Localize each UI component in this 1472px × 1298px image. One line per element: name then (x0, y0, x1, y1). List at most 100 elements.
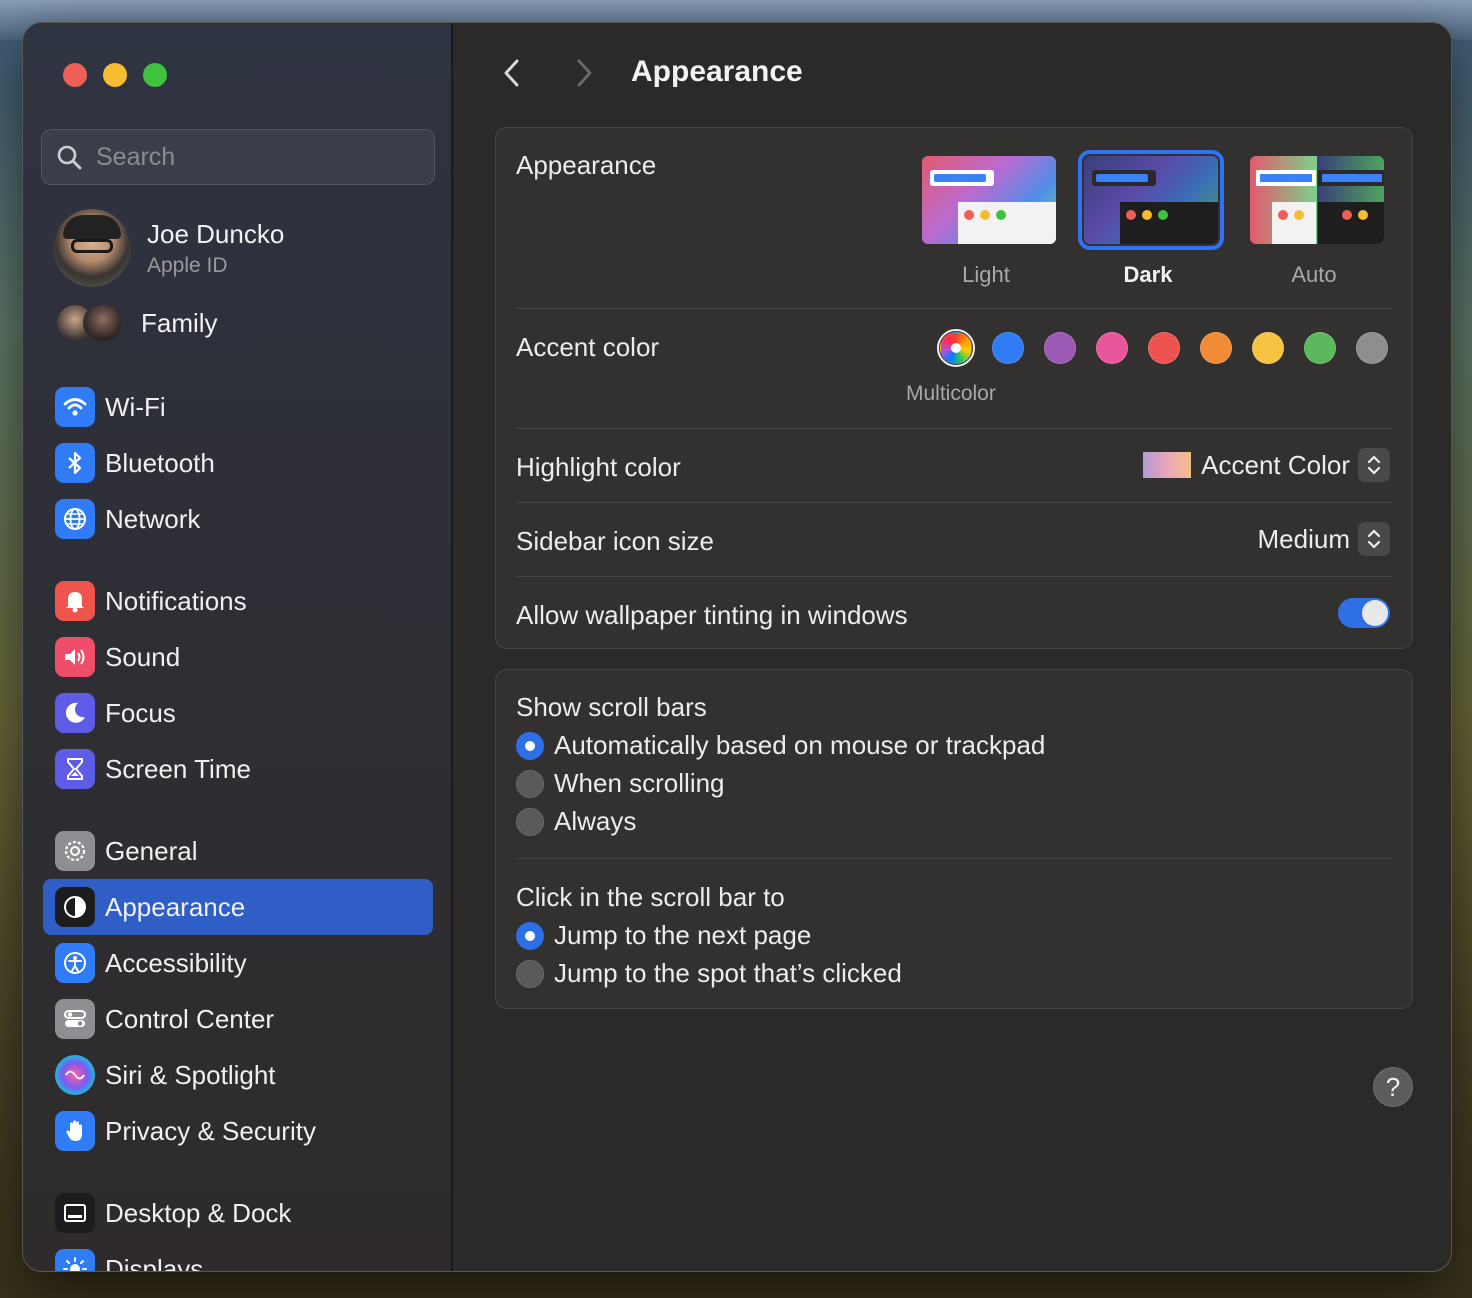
sidebar-item-control-center[interactable]: Control Center (43, 991, 433, 1047)
accent-swatch-green[interactable] (1304, 332, 1336, 364)
wallpaper-tinting-toggle[interactable] (1338, 598, 1390, 628)
hand-icon (55, 1111, 95, 1151)
main-content: Appearance Appearance Light Dark Auto Ac… (455, 23, 1451, 1271)
sidebar-item-notifications[interactable]: Notifications (43, 573, 433, 629)
wifi-icon (55, 387, 95, 427)
apple-id-profile[interactable]: Joe Duncko Apple ID (53, 209, 284, 287)
sidebar-group-network: Wi-Fi Bluetooth Network (43, 379, 433, 547)
accent-swatch-orange[interactable] (1200, 332, 1232, 364)
highlight-color-value: Accent Color (1201, 449, 1350, 480)
sidebar-item-label: Notifications (105, 585, 247, 616)
sidebar-icon-size-popup[interactable]: Medium (1258, 522, 1390, 556)
theme-option-auto[interactable]: Auto (1244, 150, 1384, 288)
bell-icon (55, 581, 95, 621)
sidebar-item-network[interactable]: Network (43, 491, 433, 547)
sidebar-item-wifi[interactable]: Wi-Fi (43, 379, 433, 435)
profile-name: Joe Duncko (147, 218, 285, 249)
accessibility-icon (55, 943, 95, 983)
sidebar-item-label: Network (105, 503, 201, 534)
accent-swatch-pink[interactable] (1096, 332, 1128, 364)
click-scroll-bar-label: Click in the scroll bar to (516, 882, 785, 912)
highlight-color-label: Highlight color (516, 452, 681, 482)
sidebar-item-appearance[interactable]: Appearance (43, 879, 433, 935)
sidebar-group-notifications: Notifications Sound Focus Screen Time (43, 573, 433, 797)
accent-swatch-yellow[interactable] (1252, 332, 1284, 364)
accent-swatch-red[interactable] (1148, 332, 1180, 364)
sidebar-item-label: Focus (105, 697, 176, 728)
accent-color-label: Accent color (516, 332, 660, 362)
radio-button[interactable] (516, 921, 544, 950)
radio-button[interactable] (516, 959, 544, 988)
show-scroll-bars-label: Show scroll bars (516, 692, 707, 722)
sidebar-item-accessibility[interactable]: Accessibility (43, 935, 433, 991)
radio-option[interactable]: Jump to the spot that’s clicked (516, 958, 902, 989)
radio-button[interactable] (516, 769, 544, 798)
dark-theme-thumbnail (1084, 156, 1218, 244)
sidebar-group-general: General Appearance Accessibility Control… (43, 823, 433, 1159)
radio-option[interactable]: Always (516, 806, 636, 837)
sidebar-item-displays[interactable]: Displays (43, 1241, 433, 1271)
accent-swatch-blue[interactable] (992, 332, 1024, 364)
radio-option[interactable]: Jump to the next page (516, 920, 811, 951)
speaker-icon (55, 637, 95, 677)
accent-swatch-multicolor[interactable] (937, 329, 975, 367)
radio-option[interactable]: When scrolling (516, 768, 725, 799)
back-chevron-icon[interactable] (497, 55, 529, 91)
sidebar-item-siri-spotlight[interactable]: Siri & Spotlight (43, 1047, 433, 1103)
sidebar-item-focus[interactable]: Focus (43, 685, 433, 741)
wallpaper-tinting-label: Allow wallpaper tinting in windows (516, 600, 908, 630)
scroll-bar-settings-card: Show scroll bars Automatically based on … (495, 669, 1413, 1009)
settings-window: Joe Duncko Apple ID Family Wi-Fi Bluetoo… (22, 22, 1452, 1272)
sidebar-item-label: Privacy & Security (105, 1115, 316, 1146)
close-button[interactable] (63, 63, 87, 87)
sidebar-item-desktop-dock[interactable]: Desktop & Dock (43, 1185, 433, 1241)
light-theme-thumbnail (922, 156, 1056, 244)
family-avatar (83, 303, 123, 343)
sidebar-item-label: Control Center (105, 1003, 275, 1034)
minimize-button[interactable] (103, 63, 127, 87)
sidebar-item-label: Appearance (105, 891, 246, 922)
sidebar-item-label: Bluetooth (105, 447, 215, 478)
family-item[interactable]: Family (55, 303, 218, 343)
navigation-arrows (497, 55, 599, 91)
radio-button[interactable] (516, 731, 544, 760)
theme-label: Auto (1291, 262, 1337, 287)
theme-option-light[interactable]: Light (916, 150, 1056, 288)
appearance-settings-card: Appearance Light Dark Auto Accent color … (495, 127, 1413, 649)
sidebar-item-label: Siri & Spotlight (105, 1059, 276, 1090)
divider (516, 858, 1392, 859)
auto-theme-thumbnail (1250, 156, 1384, 244)
divider (516, 576, 1392, 577)
search-field[interactable] (41, 129, 435, 185)
radio-label: Jump to the next page (554, 920, 812, 950)
window-controls (63, 63, 167, 87)
radio-label: Jump to the spot that’s clicked (554, 958, 902, 988)
zoom-button[interactable] (143, 63, 167, 87)
radio-button[interactable] (516, 807, 544, 836)
globe-icon (55, 499, 95, 539)
sidebar-item-screen-time[interactable]: Screen Time (43, 741, 433, 797)
hourglass-icon (55, 749, 95, 789)
sidebar-item-bluetooth[interactable]: Bluetooth (43, 435, 433, 491)
sidebar-item-label: Displays (105, 1253, 204, 1272)
sidebar-item-label: Wi-Fi (105, 391, 166, 422)
help-button[interactable]: ? (1373, 1067, 1413, 1107)
accent-color-swatches (937, 329, 1388, 367)
sidebar-item-sound[interactable]: Sound (43, 629, 433, 685)
theme-option-dark[interactable]: Dark (1078, 150, 1224, 288)
radio-option[interactable]: Automatically based on mouse or trackpad (516, 730, 1045, 761)
theme-label: Light (962, 262, 1010, 287)
forward-chevron-icon[interactable] (567, 55, 599, 91)
appearance-label: Appearance (516, 150, 657, 180)
radio-label: Always (554, 806, 637, 836)
sidebar-item-label: Sound (105, 641, 181, 672)
sidebar-item-general[interactable]: General (43, 823, 433, 879)
highlight-color-popup[interactable]: Accent Color (1143, 448, 1390, 482)
accent-swatch-graphite[interactable] (1356, 332, 1388, 364)
sidebar-item-label: Accessibility (105, 947, 247, 978)
sidebar-item-privacy-security[interactable]: Privacy & Security (43, 1103, 433, 1159)
siri-icon (55, 1055, 95, 1095)
bluetooth-icon (55, 443, 95, 483)
accent-swatch-purple[interactable] (1044, 332, 1076, 364)
search-input[interactable] (96, 142, 396, 172)
